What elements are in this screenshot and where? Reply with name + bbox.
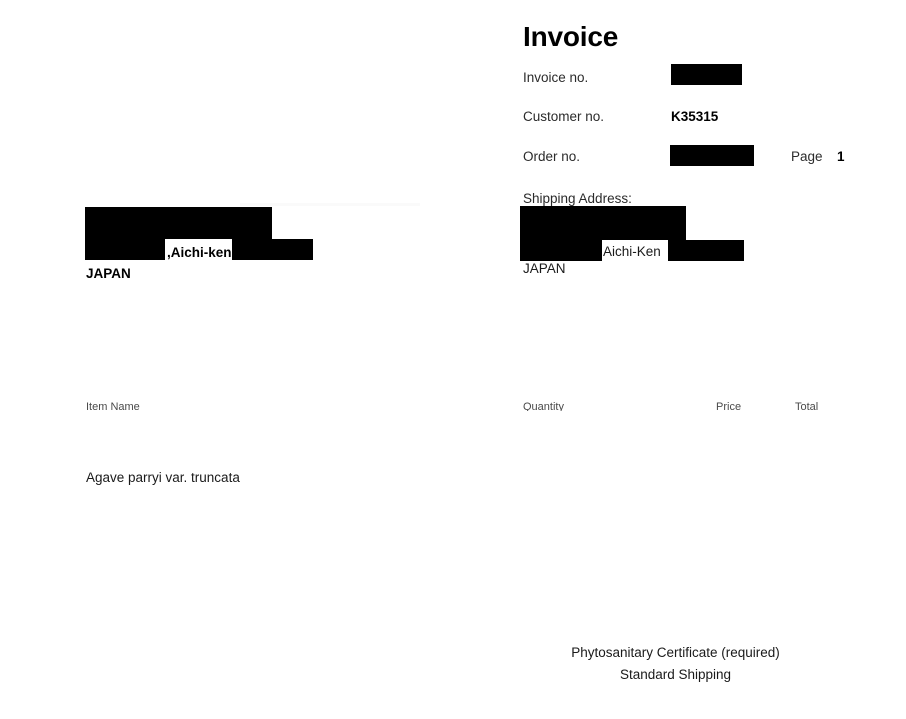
- order-no-label: Order no.: [523, 149, 581, 164]
- column-header-quantity: Quantity: [523, 402, 564, 411]
- billing-address-artifact-line: [240, 203, 420, 206]
- page-title: Invoice: [523, 21, 619, 52]
- column-header-price: Price: [716, 402, 742, 411]
- shipping-address-label: Shipping Address:: [523, 191, 632, 206]
- column-header-total: Total: [795, 402, 819, 411]
- footer-notes: Phytosanitary Certificate (required) Sta…: [523, 642, 828, 686]
- shipping-address-redaction-bar-3: [668, 240, 744, 261]
- column-header-item-name: Item Name: [86, 402, 140, 411]
- billing-address-redaction-bar-2: [85, 239, 165, 260]
- footer-line-phytosanitary: Phytosanitary Certificate (required): [571, 645, 780, 660]
- invoice-no-label: Invoice no.: [523, 70, 589, 85]
- shipping-address-redaction-bar-1: [520, 206, 686, 240]
- table-row-item-name: Agave parryi var. truncata: [86, 470, 240, 485]
- order-no-redaction-bar: [670, 145, 754, 166]
- shipping-address-redaction-bar-2: [520, 240, 602, 261]
- billing-address-region: ,Aichi-ken: [167, 245, 232, 260]
- invoice-no-redaction-bar: [671, 64, 742, 85]
- billing-address-redaction-bar-1: [85, 207, 272, 239]
- customer-no-label: Customer no.: [523, 109, 605, 124]
- invoice-page: ,Aichi-ken JAPAN Invoice Invoice no. Cus…: [0, 0, 906, 719]
- billing-address-redaction-bar-3: [232, 239, 313, 260]
- page-number-label: Page: [791, 149, 823, 164]
- shipping-address-region: Aichi-Ken: [603, 244, 661, 259]
- billing-address-country: JAPAN: [86, 266, 131, 281]
- customer-no-value: K35315: [671, 109, 719, 124]
- footer-line-shipping-method: Standard Shipping: [619, 667, 732, 682]
- shipping-address-country: JAPAN: [523, 261, 566, 276]
- page-number-value: 1: [837, 149, 845, 164]
